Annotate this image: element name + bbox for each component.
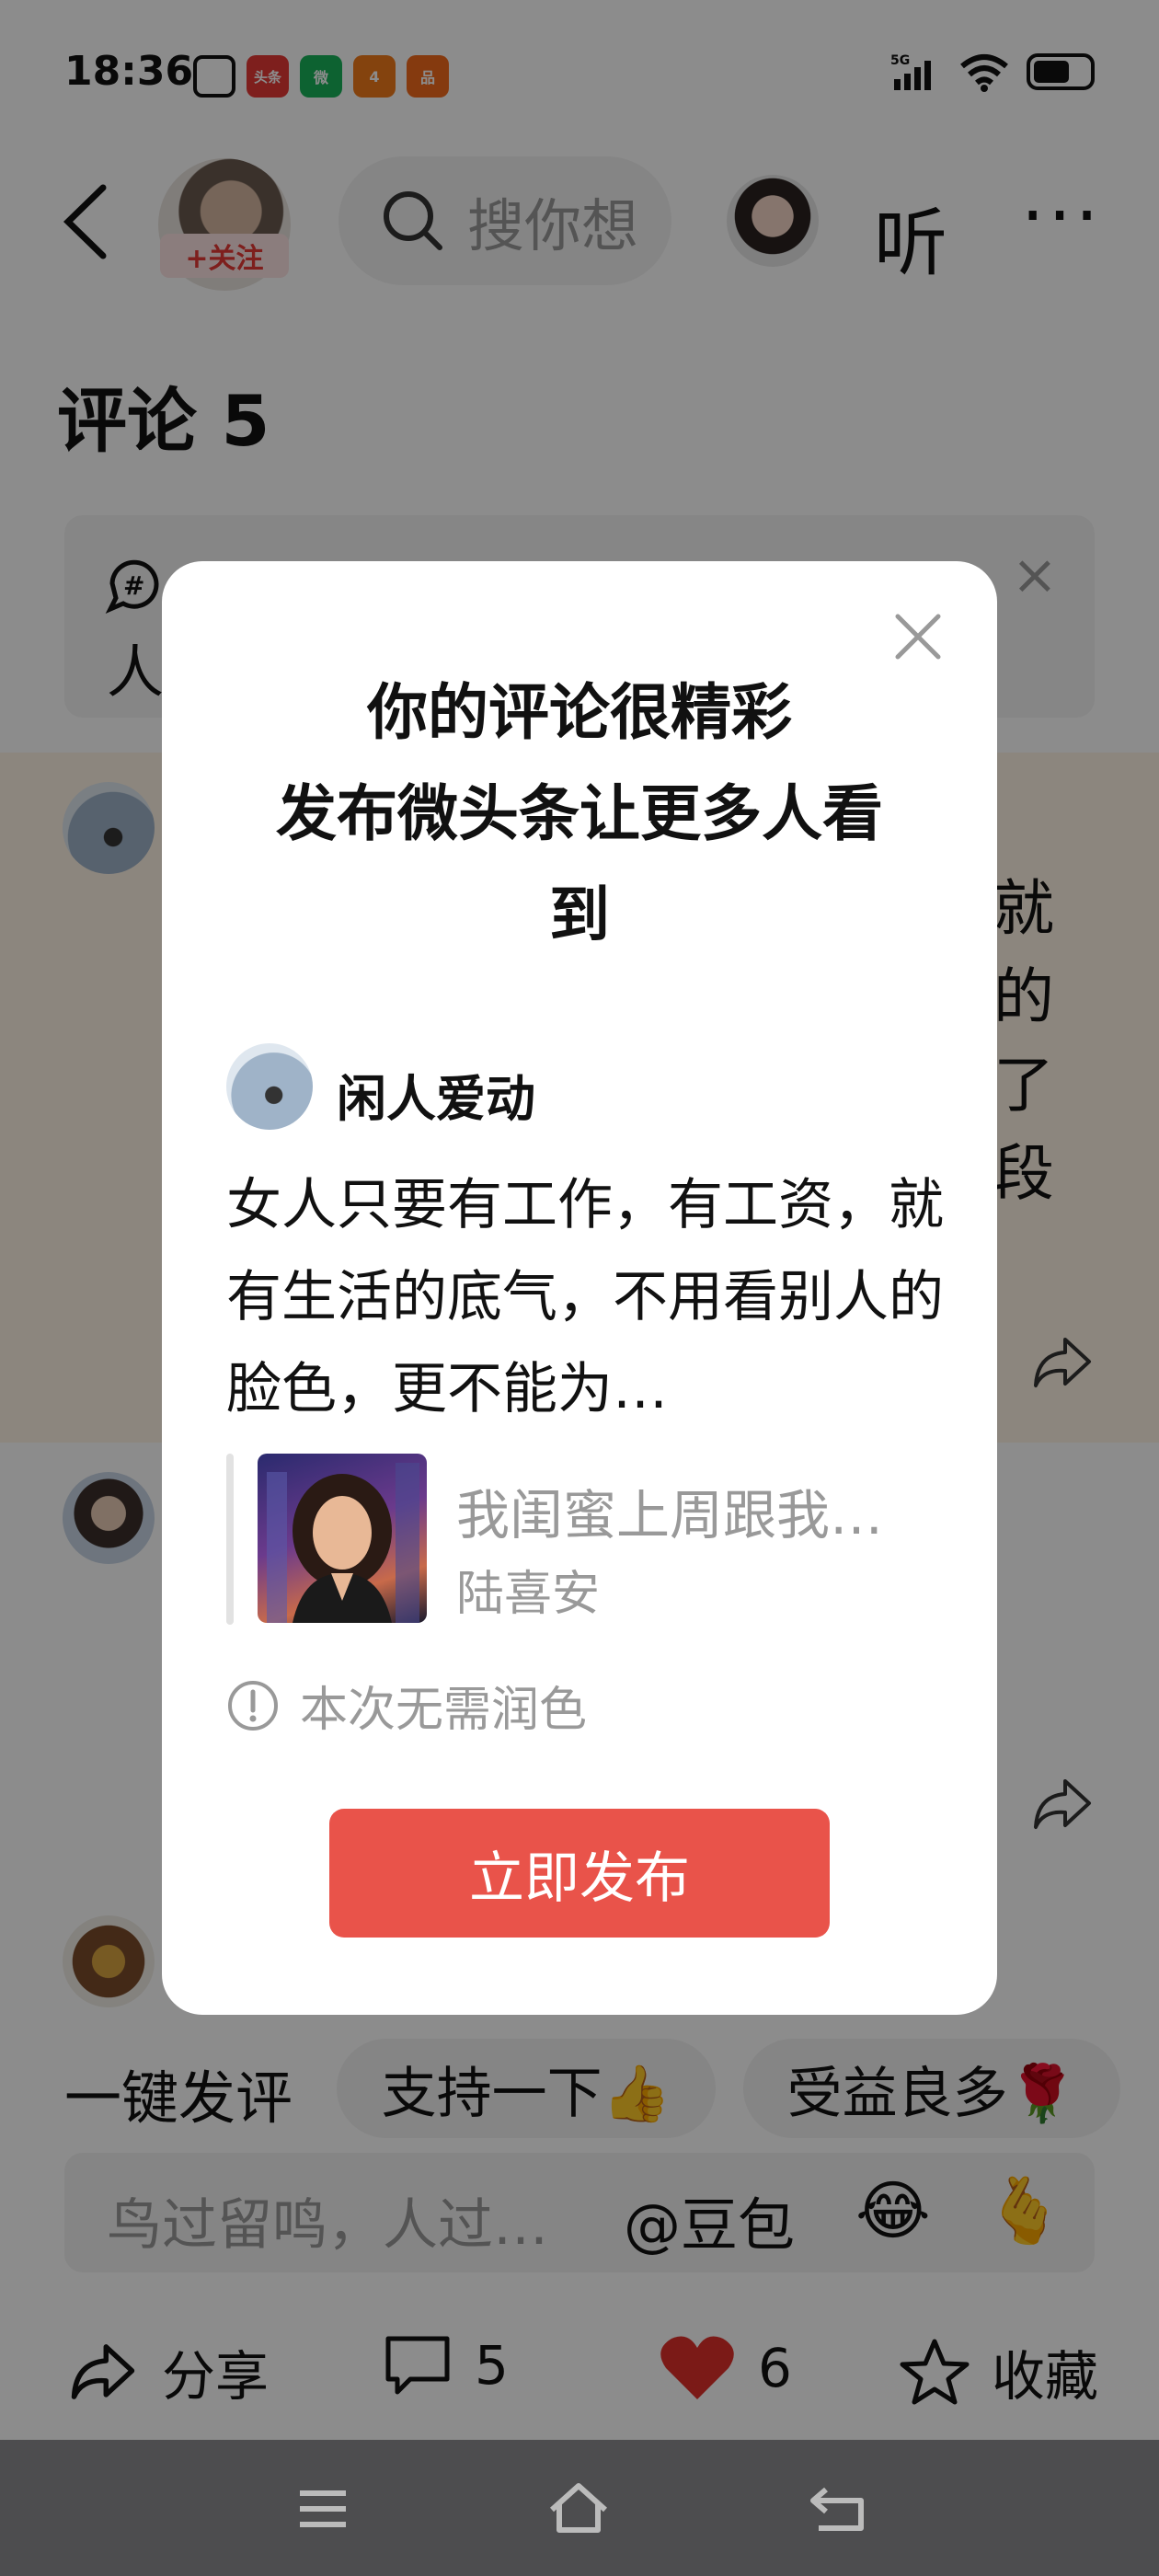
quote-bar [226,1454,234,1625]
user-name: 闲人爱动 [337,1070,535,1128]
portrait-illustration [267,1463,419,1623]
home-nav-icon[interactable] [546,2477,611,2541]
article-thumbnail [258,1454,427,1623]
system-nav-bar [0,2440,1159,2576]
dialog-title-line: 到 [549,880,610,950]
quote-author: 陆喜安 [456,1567,601,1622]
polish-note-text: 本次无需润色 [300,1683,588,1738]
menu-nav-icon[interactable] [291,2477,355,2541]
comment-body: 女人只要有工作，有工资，就有生活的底气，不用看别人的脸色，更不能为… [226,1173,944,1421]
user-avatar [226,1043,313,1130]
info-icon [228,1680,278,1731]
back-nav-icon[interactable] [806,2477,870,2541]
dialog-title: 你的评论很精彩 发布微头条让更多人看 到 [199,662,960,966]
quoted-article: 我闺蜜上周跟我… 陆喜安 [226,1454,944,1625]
dialog-title-line: 发布微头条让更多人看 [276,778,883,849]
publish-button[interactable]: 立即发布 [329,1809,830,1938]
publish-dialog: 你的评论很精彩 发布微头条让更多人看 到 闲人爱动 女人只要有工作，有工资，就有… [162,561,997,2015]
dialog-title-line: 你的评论很精彩 [367,677,792,748]
close-icon[interactable] [890,609,946,664]
polish-note: 本次无需润色 [226,1671,587,1740]
quote-title: 我闺蜜上周跟我… [456,1484,884,1547]
